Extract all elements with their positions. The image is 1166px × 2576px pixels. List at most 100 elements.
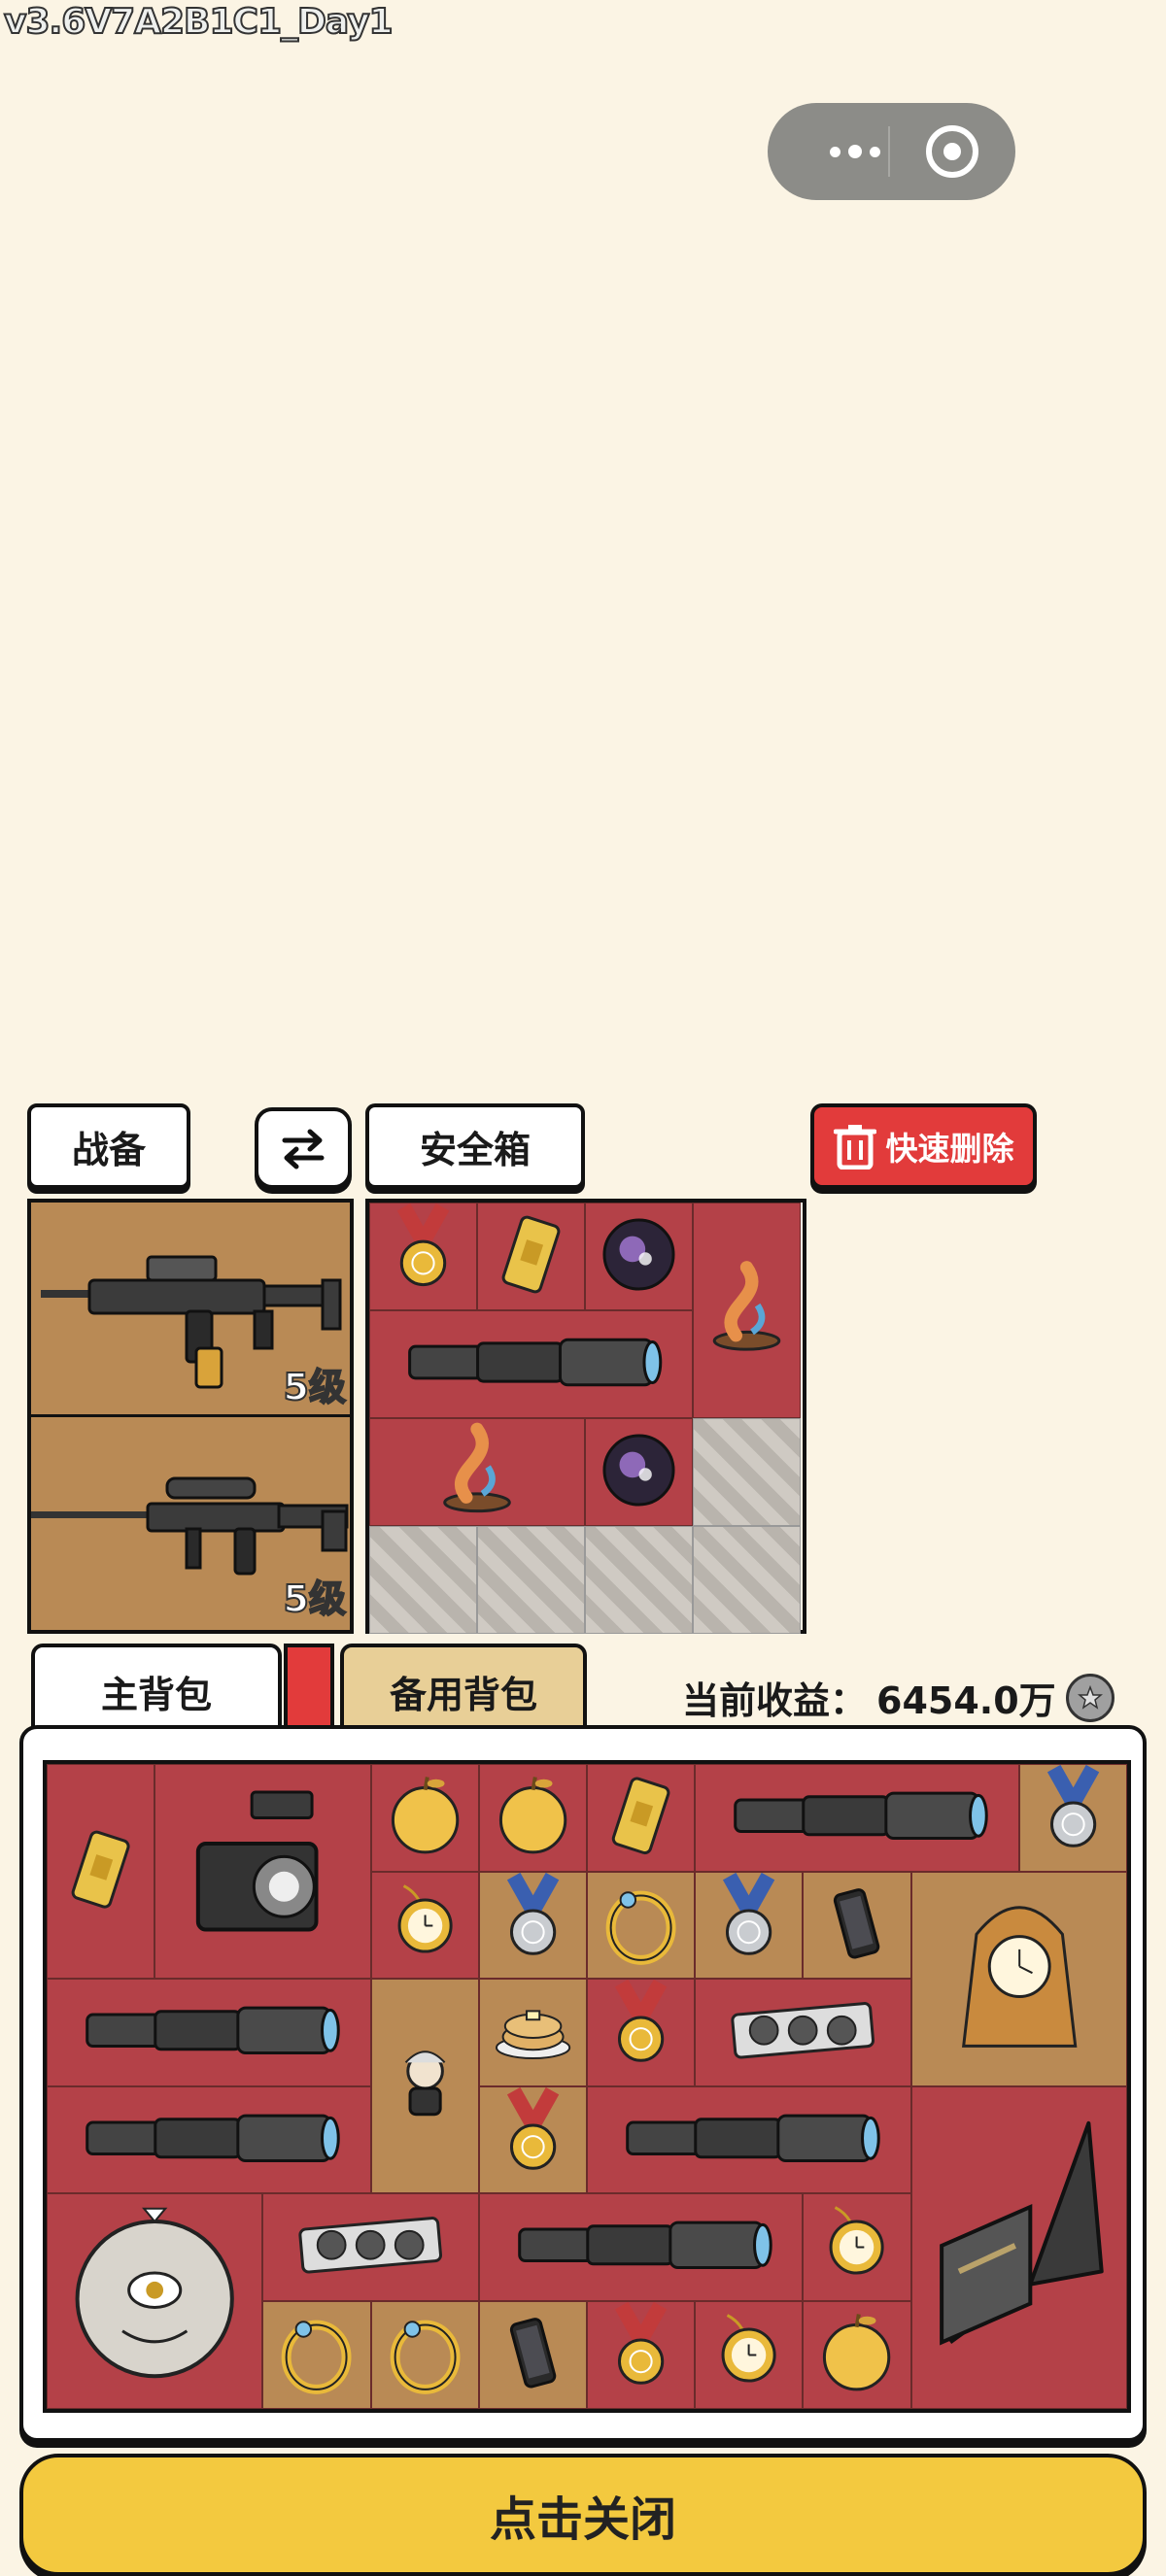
golden-apple-icon (371, 1762, 479, 1874)
bag-item-slot[interactable] (803, 1870, 911, 1982)
bag-item-slot[interactable] (587, 1870, 696, 1982)
bag-item-slot[interactable] (910, 1870, 1127, 2088)
old-man-figure-icon (371, 1977, 479, 2195)
gold-medal-icon (479, 2085, 587, 2196)
bag-item-slot[interactable] (803, 2299, 911, 2411)
bag-item-slot[interactable] (1018, 1764, 1127, 1872)
safe-box-empty-slot[interactable] (585, 1526, 693, 1634)
purple-orb-icon (585, 1416, 693, 1528)
bag-item-slot[interactable] (587, 1977, 696, 2088)
laptop-icon (911, 2085, 1127, 2411)
silver-medal-icon (695, 1870, 803, 1982)
bag-item-slot[interactable] (262, 2299, 371, 2411)
telescope-icon (479, 2191, 804, 2303)
safe-box-empty-slot[interactable] (693, 1526, 801, 1634)
koi-statue-icon (369, 1416, 585, 1528)
safe-box-item-slot[interactable] (369, 1310, 693, 1418)
main-bag-grid (43, 1760, 1131, 2413)
earnings-value: 6454.0万 (876, 1679, 1056, 1722)
bag-item-slot[interactable] (370, 1977, 479, 2195)
close-miniprogram-icon[interactable] (923, 122, 981, 181)
bag-item-slot[interactable] (262, 2191, 479, 2303)
safe-box-item-slot[interactable] (585, 1418, 693, 1526)
weapon-slot-secondary[interactable]: 5级 (31, 1414, 350, 1626)
bag-item-slot[interactable] (695, 1870, 804, 1982)
safe-box-item-slot[interactable] (369, 1203, 477, 1310)
graphics-card-icon (695, 1977, 910, 2088)
bag-item-slot[interactable] (587, 2085, 911, 2196)
bag-item-slot[interactable] (478, 1764, 587, 1872)
bag-item-slot[interactable] (695, 1977, 911, 2088)
golden-apple-icon (803, 2299, 910, 2411)
gold-ring-icon (262, 2299, 370, 2411)
telescope-icon (695, 1762, 1019, 1874)
safe-box-item-slot[interactable] (693, 1203, 801, 1418)
bag-item-slot[interactable] (154, 1764, 371, 1980)
bag-item-slot[interactable] (370, 1870, 479, 1982)
bag-item-slot[interactable] (695, 2299, 804, 2411)
gold-medal-icon (587, 1977, 695, 2088)
telescope-icon (47, 1977, 371, 2088)
purple-orb-icon (585, 1201, 693, 1312)
smartphone-icon (803, 1870, 910, 1982)
tab-backup-bag[interactable]: 备用背包 (340, 1644, 587, 1735)
bag-item-slot[interactable] (587, 1762, 696, 1874)
pocket-watch-icon (371, 1870, 479, 1982)
gold-bar-icon (477, 1201, 585, 1312)
earnings-display: 当前收益： 6454.0万 (682, 1671, 1115, 1724)
bag-item-slot[interactable] (47, 2191, 263, 2410)
safe-box-item-slot[interactable] (369, 1418, 585, 1526)
safe-box-button[interactable]: 安全箱 (365, 1103, 585, 1189)
koi-statue-icon (693, 1201, 801, 1420)
gear-button[interactable]: 战备 (27, 1103, 190, 1189)
gold-ring-icon (587, 1870, 695, 1982)
graphics-card-icon (262, 2191, 478, 2303)
weapon-level-label: 5级 (283, 1365, 347, 1409)
bag-item-slot[interactable] (478, 2301, 587, 2409)
bag-item-slot[interactable] (478, 2085, 587, 2196)
close-button[interactable]: 点击关闭 (19, 2454, 1147, 2576)
bag-item-slot[interactable] (478, 2191, 804, 2303)
bag-item-slot[interactable] (803, 2193, 911, 2301)
safe-box-grid (365, 1199, 806, 1634)
capsule-divider (888, 126, 890, 177)
gold-bar-icon (47, 1762, 154, 1981)
version-label: v3.6V7A2B1C1_Day1 (3, 1, 394, 43)
quick-delete-label: 快速删除 (885, 1130, 1014, 1168)
gold-medal-icon (369, 1201, 477, 1312)
telescope-icon (47, 2085, 371, 2196)
bag-item-slot[interactable] (47, 2085, 371, 2196)
antique-clock-icon (911, 1870, 1127, 2088)
weapon-level-label: 5级 (283, 1576, 347, 1621)
bag-item-slot[interactable] (478, 1979, 587, 2086)
telescope-icon (369, 1308, 693, 1420)
safe-box-empty-slot[interactable] (693, 1418, 801, 1526)
pocket-watch-icon (695, 2299, 803, 2411)
weapon-panel: 5级 5级 (27, 1199, 354, 1634)
quick-delete-button[interactable]: 快速删除 (810, 1103, 1037, 1189)
weapon-slot-primary[interactable]: 5级 (31, 1203, 350, 1417)
bag-item-slot[interactable] (910, 2085, 1127, 2411)
safe-box-empty-slot[interactable] (477, 1526, 585, 1634)
bag-item-slot[interactable] (47, 1762, 155, 1981)
bag-item-slot[interactable] (370, 1762, 479, 1874)
safe-box-empty-slot[interactable] (369, 1526, 477, 1634)
tab-indicator (284, 1644, 334, 1735)
gold-bar-icon (587, 1762, 695, 1874)
safe-box-item-slot[interactable] (477, 1203, 585, 1310)
swap-arrows-icon (282, 1129, 325, 1169)
bag-item-slot[interactable] (695, 1764, 1019, 1872)
swap-button[interactable] (255, 1107, 352, 1189)
tab-main-bag[interactable]: 主背包 (31, 1644, 282, 1735)
bag-item-slot[interactable] (47, 1979, 371, 2086)
trash-icon (833, 1125, 876, 1169)
gold-medal-icon (587, 2299, 695, 2411)
bag-item-slot[interactable] (370, 2301, 479, 2409)
coin-icon (1065, 1673, 1115, 1722)
telescope-icon (587, 2085, 911, 2196)
bag-item-slot[interactable] (587, 2299, 696, 2411)
safe-box-item-slot[interactable] (585, 1203, 693, 1310)
demon-mask-icon (47, 2191, 262, 2410)
bag-item-slot[interactable] (478, 1870, 587, 1982)
silver-medal-icon (479, 1870, 587, 1982)
